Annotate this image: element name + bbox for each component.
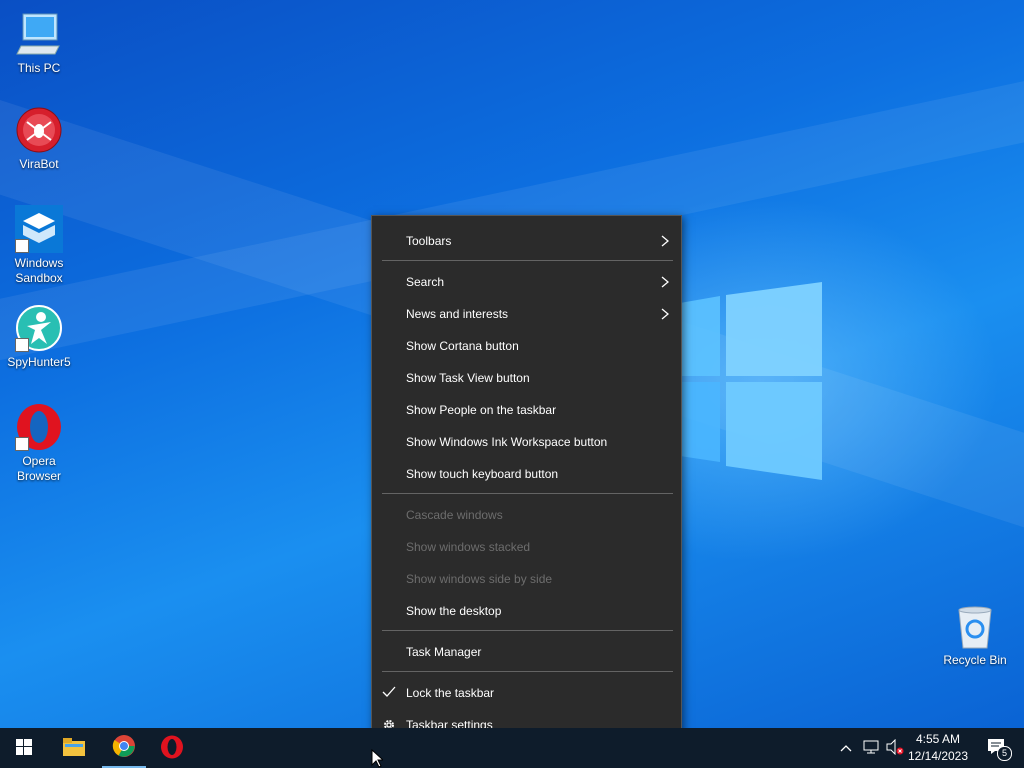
start-button[interactable] <box>0 728 48 768</box>
menu-item-show-windows-stacked: Show windows stacked <box>372 532 681 562</box>
menu-item-label: Lock the taskbar <box>406 686 495 700</box>
computer-icon <box>15 10 63 58</box>
desktop-icon-label: This PC <box>17 61 61 75</box>
menu-item-show-windows-ink[interactable]: Show Windows Ink Workspace button <box>372 427 681 457</box>
menu-item-label: Toolbars <box>406 234 452 248</box>
menu-item-label: Search <box>406 275 445 289</box>
desktop-icon-opera-browser[interactable]: Opera Browser <box>2 403 76 484</box>
file-explorer-icon <box>63 737 85 759</box>
menu-item-label: Show touch keyboard button <box>406 467 559 481</box>
menu-item-show-windows-side-by-side: Show windows side by side <box>372 564 681 594</box>
chevron-right-icon <box>661 308 670 323</box>
menu-item-label: Show windows side by side <box>406 572 553 586</box>
menu-item-label: News and interests <box>406 307 509 321</box>
start-icon <box>16 738 32 758</box>
spyhunter-icon <box>15 304 63 352</box>
volume-muted-icon <box>886 738 904 758</box>
desktop-icon-label: Recycle Bin <box>943 653 1007 667</box>
opera-icon <box>160 735 184 762</box>
desktop-icon-label: Opera Browser <box>16 454 61 483</box>
menu-item-lock-the-taskbar[interactable]: Lock the taskbar <box>372 678 681 708</box>
checkmark-icon <box>382 686 396 701</box>
opera-icon <box>15 403 63 451</box>
menu-item-show-touch-keyboard[interactable]: Show touch keyboard button <box>372 459 681 489</box>
network-button[interactable] <box>860 728 882 768</box>
menu-item-label: Show the desktop <box>406 604 502 618</box>
taskbar: 4:55 AM 12/14/2023 5 <box>0 728 1024 768</box>
desktop-icon-recycle-bin[interactable]: Recycle Bin <box>938 602 1012 668</box>
taskbar-app-opera[interactable] <box>150 728 194 768</box>
menu-item-show-cortana-button[interactable]: Show Cortana button <box>372 331 681 361</box>
action-center-button[interactable]: 5 <box>978 728 1018 768</box>
recycle-bin-icon <box>951 602 999 650</box>
sandbox-icon <box>15 205 63 253</box>
desktop-icon-spyhunter5[interactable]: SpyHunter5 <box>2 304 76 370</box>
menu-separator <box>382 671 673 672</box>
chevron-right-icon <box>661 276 670 291</box>
clock-date: 12/14/2023 <box>907 749 969 763</box>
notification-count-badge: 5 <box>997 746 1012 761</box>
desktop-icon-virabot[interactable]: ViraBot <box>2 106 76 172</box>
shortcut-arrow-icon <box>15 239 29 253</box>
chevron-up-icon <box>840 741 852 755</box>
menu-item-show-people[interactable]: Show People on the taskbar <box>372 395 681 425</box>
menu-item-label: Show Windows Ink Workspace button <box>406 435 608 449</box>
show-hidden-icons-button[interactable] <box>836 728 856 768</box>
notifications-icon: 5 <box>987 738 1012 761</box>
volume-button[interactable] <box>884 728 906 768</box>
desktop-icon-label: Windows Sandbox <box>14 256 64 285</box>
chevron-right-icon <box>661 235 670 250</box>
menu-item-cascade-windows: Cascade windows <box>372 500 681 530</box>
taskbar-app-chrome[interactable] <box>102 728 146 768</box>
menu-item-toolbars[interactable]: Toolbars <box>372 226 681 256</box>
menu-item-label: Show People on the taskbar <box>406 403 557 417</box>
shortcut-arrow-icon <box>15 437 29 451</box>
menu-item-label: Show Cortana button <box>406 339 519 353</box>
chrome-icon <box>112 734 136 761</box>
menu-item-label: Show windows stacked <box>406 540 531 554</box>
network-icon <box>863 740 879 757</box>
virabot-icon <box>15 106 63 154</box>
menu-item-news-and-interests[interactable]: News and interests <box>372 299 681 329</box>
taskbar-app-file-explorer[interactable] <box>52 728 96 768</box>
menu-item-task-manager[interactable]: Task Manager <box>372 637 681 667</box>
clock-time: 4:55 AM <box>915 732 961 746</box>
menu-item-label: Show Task View button <box>406 371 530 385</box>
menu-separator <box>382 630 673 631</box>
menu-separator <box>382 493 673 494</box>
desktop-icon-this-pc[interactable]: This PC <box>2 10 76 76</box>
menu-item-show-task-view-button[interactable]: Show Task View button <box>372 363 681 393</box>
desktop-icon-label: SpyHunter5 <box>7 355 71 369</box>
taskbar-clock[interactable]: 4:55 AM 12/14/2023 <box>904 731 972 765</box>
menu-item-label: Task Manager <box>406 645 482 659</box>
menu-item-label: Cascade windows <box>406 508 503 522</box>
desktop-icon-label: ViraBot <box>19 157 59 171</box>
menu-item-search[interactable]: Search <box>372 267 681 297</box>
taskbar-context-menu: Toolbars Search News and interests Show … <box>371 215 682 747</box>
menu-item-show-the-desktop[interactable]: Show the desktop <box>372 596 681 626</box>
shortcut-arrow-icon <box>15 338 29 352</box>
menu-separator <box>382 260 673 261</box>
desktop-icon-windows-sandbox[interactable]: Windows Sandbox <box>2 205 76 286</box>
